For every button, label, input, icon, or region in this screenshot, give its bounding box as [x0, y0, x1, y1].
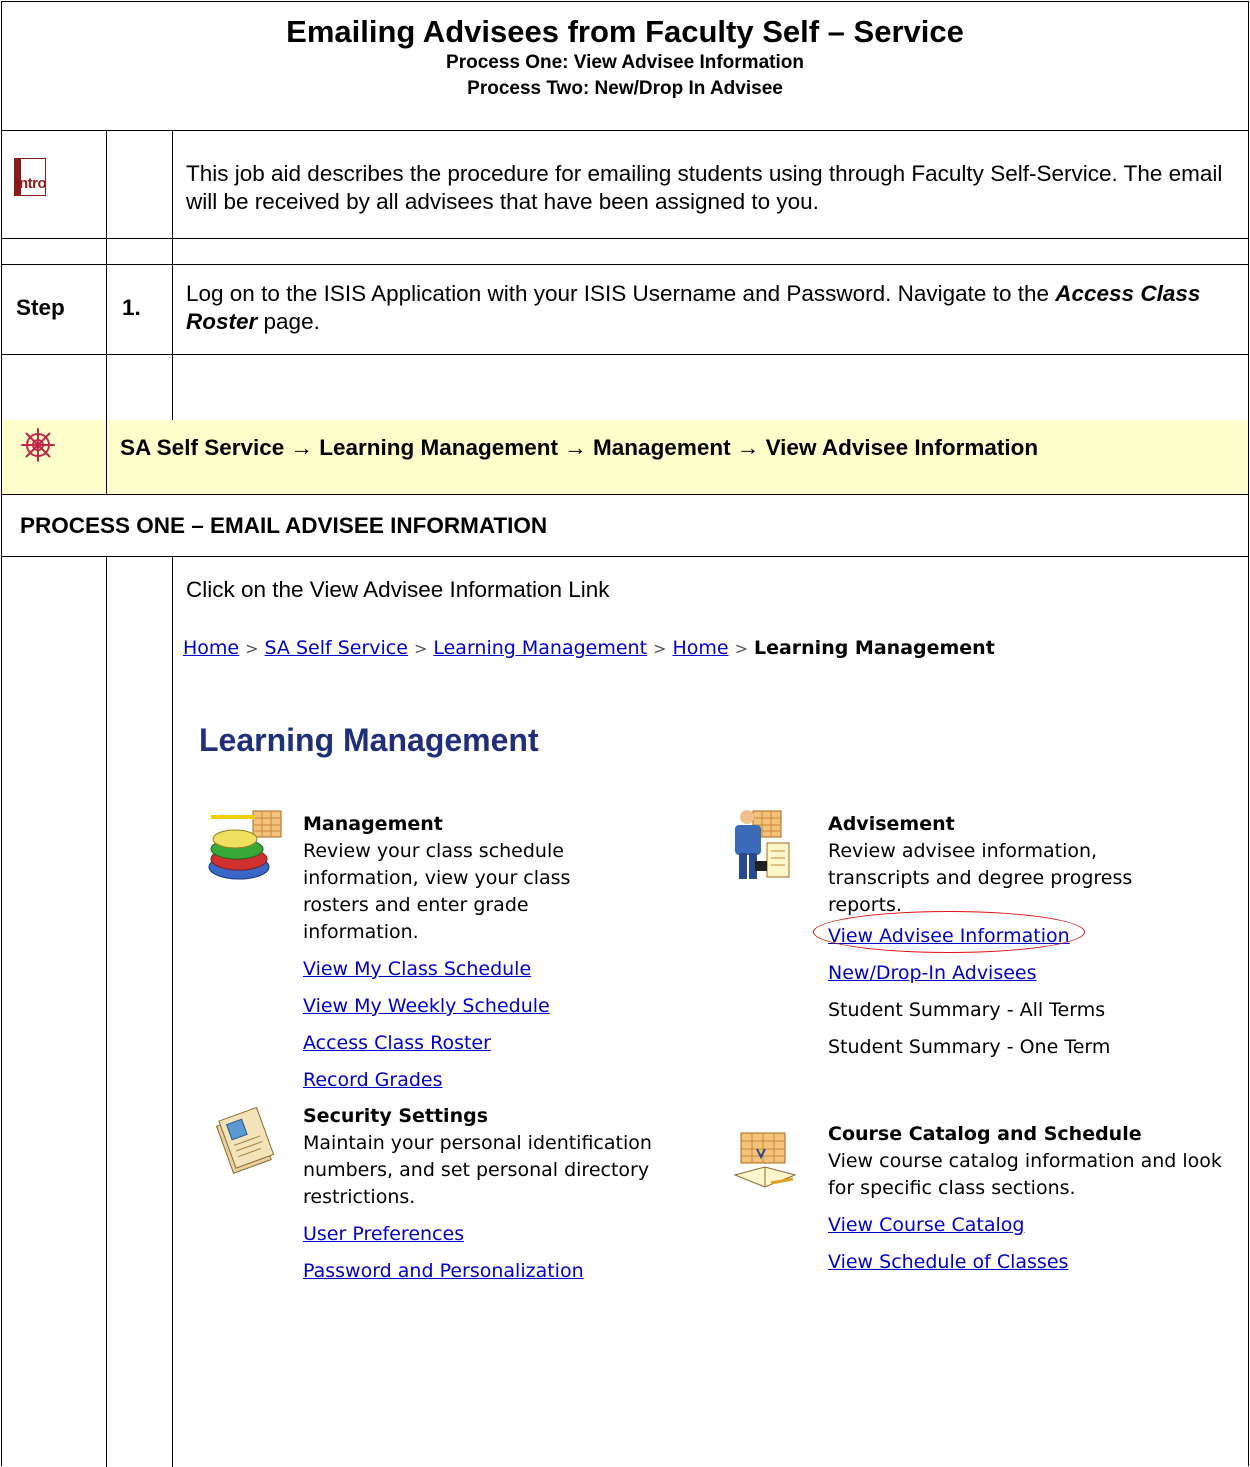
document-subtitle-1: Process One: View Advisee Information	[446, 52, 804, 73]
books-icon	[208, 810, 282, 880]
step-instruction: Log on to the ISIS Application with your…	[186, 280, 1226, 336]
security-settings-title: Security Settings	[303, 1105, 489, 1127]
divider	[2, 494, 1248, 495]
page-title: Learning Management	[199, 722, 539, 758]
password-and-personalization-link[interactable]: Password and Personalization	[303, 1258, 703, 1285]
view-schedule-of-classes-link[interactable]: View Schedule of Classes	[828, 1249, 1228, 1276]
column-divider	[106, 556, 107, 1467]
column-divider	[172, 130, 173, 420]
divider	[2, 238, 1248, 239]
course-catalog-description: View course catalog information and look…	[828, 1150, 1222, 1199]
security-settings-section: Security Settings Maintain your personal…	[303, 1103, 703, 1285]
step-text-before: Log on to the ISIS Application with your…	[186, 281, 1056, 306]
course-catalog-section: Course Catalog and Schedule View course …	[828, 1121, 1228, 1276]
document-title: Emailing Advisees from Faculty Self – Se…	[286, 14, 964, 49]
management-description: Review your class schedule information, …	[303, 840, 571, 943]
view-course-catalog-link[interactable]: View Course Catalog	[828, 1212, 1228, 1239]
divider	[2, 130, 1248, 131]
intro-text: This job aid describes the procedure for…	[186, 161, 1223, 214]
column-divider	[172, 556, 173, 1467]
divider	[2, 354, 1248, 355]
process-one-instruction: Click on the View Advisee Information Li…	[186, 577, 610, 602]
security-settings-icon	[215, 1106, 275, 1174]
view-my-weekly-schedule-link[interactable]: View My Weekly Schedule	[303, 993, 633, 1020]
breadcrumb-sa-self-service[interactable]: SA Self Service	[265, 637, 408, 659]
step-label: Step	[16, 295, 65, 320]
column-divider	[106, 130, 107, 420]
student-summary-one-term: Student Summary - One Term	[828, 1036, 1111, 1058]
access-class-roster-link[interactable]: Access Class Roster	[303, 1030, 633, 1057]
column-divider	[106, 420, 107, 494]
process-one-heading: PROCESS ONE – EMAIL ADVISEE INFORMATION	[20, 513, 548, 538]
breadcrumb-home-2[interactable]: Home	[672, 637, 728, 659]
breadcrumb: Home > SA Self Service > Learning Management…	[183, 637, 995, 659]
learning-management-screenshot: Home > SA Self Service > Learning Management…	[183, 637, 1243, 1457]
management-title: Management	[303, 813, 443, 835]
highlight-oval	[813, 911, 1085, 953]
ship-wheel-icon	[21, 428, 55, 462]
record-grades-link[interactable]: Record Grades	[303, 1067, 633, 1094]
advisor-icon	[735, 810, 790, 879]
breadcrumb-separator: >	[245, 639, 259, 658]
intro-icon-label: ntro	[19, 175, 47, 192]
navigation-path: SA Self Service → Learning Management → …	[120, 435, 1039, 460]
user-preferences-link[interactable]: User Preferences	[303, 1221, 703, 1248]
breadcrumb-learning-management[interactable]: Learning Management	[433, 637, 647, 659]
new-drop-in-advisees-link[interactable]: New/Drop-In Advisees	[828, 960, 1168, 987]
advisement-title: Advisement	[828, 813, 955, 835]
breadcrumb-separator: >	[413, 639, 428, 658]
breadcrumb-current: Learning Management	[753, 637, 995, 659]
management-section: Management Review your class schedule in…	[303, 811, 633, 1094]
divider	[2, 264, 1248, 265]
breadcrumb-separator: >	[653, 639, 667, 658]
advisement-description: Review advisee information, transcripts …	[828, 840, 1133, 916]
student-summary-all-terms: Student Summary - All Terms	[828, 999, 1106, 1021]
view-my-class-schedule-link[interactable]: View My Class Schedule	[303, 956, 633, 983]
security-settings-description: Maintain your personal identification nu…	[303, 1132, 652, 1208]
step-text-after: page.	[257, 309, 320, 334]
document-header: Emailing Advisees from Faculty Self – Se…	[2, 2, 1248, 130]
intro-icon: ntro	[14, 158, 47, 196]
course-catalog-icon	[733, 1132, 797, 1188]
breadcrumb-separator: >	[734, 639, 748, 658]
divider	[2, 556, 1248, 557]
course-catalog-title: Course Catalog and Schedule	[828, 1123, 1142, 1145]
document-subtitle-2: Process Two: New/Drop In Advisee	[467, 78, 783, 99]
breadcrumb-home[interactable]: Home	[183, 637, 239, 659]
step-number: 1.	[122, 295, 141, 320]
